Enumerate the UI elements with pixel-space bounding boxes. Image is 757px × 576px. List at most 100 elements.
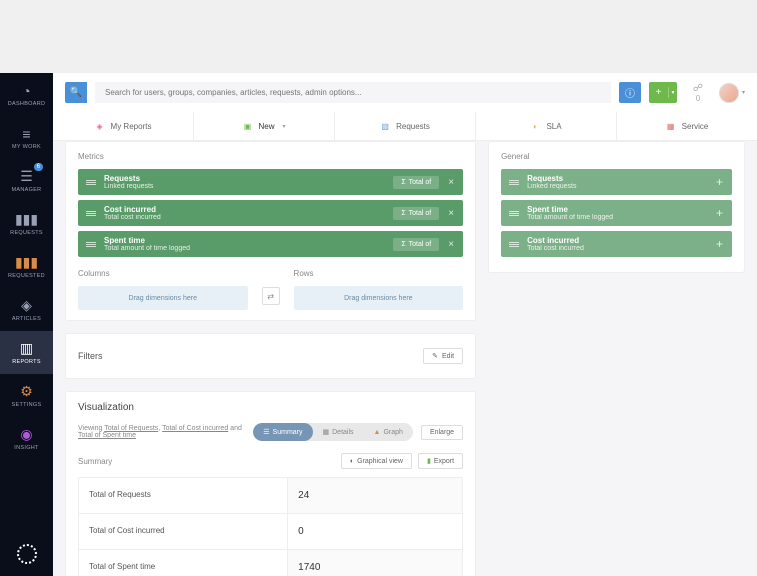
sidebar-item-dashboard[interactable]: ◔ DASHBOARD [0, 73, 53, 116]
view-graph[interactable]: ▲Graph [364, 423, 413, 441]
metric-title: Requests [104, 174, 393, 183]
view-label: Summary [273, 429, 303, 436]
sidebar-label: DASHBOARD [8, 101, 46, 107]
sidebar-item-requested[interactable]: ▮▮▮ REQUESTED [0, 245, 53, 288]
notifications[interactable]: ☍ 0 [685, 82, 711, 103]
chevron-down-icon: ▾ [669, 89, 677, 96]
add-button[interactable]: + ▾ [649, 82, 677, 103]
metric-cost[interactable]: Cost incurred Total cost incurred ΣTotal… [78, 200, 463, 226]
tab-requests[interactable]: ▧ Requests [334, 112, 475, 140]
total-label: Total of [409, 241, 432, 248]
summary-label: Summary [78, 457, 112, 466]
sigma-icon: Σ [401, 179, 405, 186]
row-value: 1740 [287, 550, 462, 576]
metric-sub: Linked requests [527, 183, 713, 190]
sidebar-item-reports[interactable]: ▥ REPORTS [0, 331, 53, 374]
viewing-link[interactable]: Total of Cost incurred [162, 425, 228, 432]
close-icon[interactable]: × [445, 208, 457, 219]
rows-dropzone[interactable]: Drag dimensions here [294, 286, 464, 310]
help-button[interactable]: ⓘ [619, 82, 641, 103]
sidebar-item-mywork[interactable]: ≡ MY WORK [0, 116, 53, 159]
metrics-title: Metrics [78, 152, 463, 161]
general-requests[interactable]: Requests Linked requests + [501, 169, 732, 195]
pencil-icon: ✎ [432, 352, 438, 360]
table-row: Total of Requests 24 [79, 478, 462, 514]
columns-dropzone[interactable]: Drag dimensions here [78, 286, 248, 310]
sla-icon: ◐ [530, 121, 540, 131]
summary-table: Total of Requests 24 Total of Cost incur… [78, 477, 463, 576]
sidebar-item-requests[interactable]: ▮▮▮ REQUESTS [0, 202, 53, 245]
row-value: 24 [287, 478, 462, 513]
close-icon[interactable]: × [445, 177, 457, 188]
sidebar-item-settings[interactable]: ⚙ SETTINGS [0, 374, 53, 417]
view-details[interactable]: ▦Details [313, 423, 364, 441]
tab-new[interactable]: ▣ New ▾ [193, 112, 334, 140]
graphical-view-button[interactable]: ◐Graphical view [341, 453, 412, 469]
general-cost[interactable]: Cost incurred Total cost incurred + [501, 231, 732, 257]
details-icon: ▦ [323, 428, 330, 436]
filters-panel: Filters ✎Edit [65, 333, 476, 379]
drag-handle-icon[interactable] [507, 180, 521, 185]
viewing-link[interactable]: Total of Requests [104, 425, 158, 432]
manager-icon: ☰ [20, 168, 33, 185]
general-spent[interactable]: Spent time Total amount of time logged + [501, 200, 732, 226]
user-menu[interactable]: ▾ [719, 82, 745, 103]
drag-handle-icon[interactable] [507, 211, 521, 216]
requested-icon: ▮▮▮ [15, 254, 38, 271]
close-icon[interactable]: × [445, 239, 457, 250]
plus-icon[interactable]: + [713, 206, 726, 220]
total-label: Total of [409, 210, 432, 217]
drag-handle-icon[interactable] [84, 242, 98, 247]
service-icon: ▦ [666, 121, 676, 131]
metric-total-button[interactable]: ΣTotal of [393, 207, 439, 220]
right-column: General Requests Linked requests + Spent… [488, 141, 745, 564]
tabs-row: ◈ My Reports ▣ New ▾ ▧ Requests ◐ SLA ▦ … [53, 112, 757, 141]
metric-requests[interactable]: Requests Linked requests ΣTotal of × [78, 169, 463, 195]
requests-icon: ▧ [380, 121, 390, 131]
edit-filters-button[interactable]: ✎Edit [423, 348, 463, 364]
sidebar-item-insight[interactable]: ◉ INSIGHT [0, 417, 53, 460]
btn-label: Graphical view [357, 458, 403, 465]
drag-handle-icon[interactable] [84, 180, 98, 185]
metric-title: Requests [527, 174, 713, 183]
swap-button[interactable]: ⇄ [262, 287, 280, 305]
view-summary[interactable]: ☰ Summary [253, 423, 312, 441]
tab-my-reports[interactable]: ◈ My Reports [53, 112, 193, 140]
tab-sla[interactable]: ◐ SLA [475, 112, 616, 140]
enlarge-button[interactable]: Enlarge [421, 425, 463, 440]
visualization-panel: Visualization Viewing Total of Requests,… [65, 391, 476, 576]
viewing-link[interactable]: Total of Spent time [78, 432, 136, 439]
search-input[interactable] [95, 82, 611, 103]
row-label: Total of Spent time [79, 550, 287, 576]
metric-title: Cost incurred [527, 236, 713, 245]
view-label: Graph [383, 429, 402, 436]
sidebar-label: MY WORK [12, 144, 41, 150]
metric-total-button[interactable]: ΣTotal of [393, 238, 439, 251]
row-label: Total of Cost incurred [79, 514, 287, 549]
general-title: General [501, 152, 732, 161]
reports-icon: ◈ [95, 121, 105, 131]
content: Metrics Requests Linked requests Σ Total … [53, 141, 757, 576]
search-button[interactable]: 🔍 [65, 82, 87, 103]
metric-spent[interactable]: Spent time Total amount of time logged Σ… [78, 231, 463, 257]
summary-icon: ☰ [263, 428, 269, 436]
plus-icon[interactable]: + [713, 237, 726, 251]
metric-total-button[interactable]: Σ Total of [393, 176, 439, 189]
tab-service[interactable]: ▦ Service [616, 112, 757, 140]
insight-icon: ◉ [20, 426, 32, 443]
search-icon: 🔍 [70, 87, 82, 98]
total-label: Total of [409, 179, 432, 186]
plus-icon[interactable]: + [713, 175, 726, 189]
drag-handle-icon[interactable] [507, 242, 521, 247]
tab-label: My Reports [111, 122, 152, 131]
metrics-panel: Metrics Requests Linked requests ΣTotal … [65, 141, 476, 321]
sidebar-label: MANAGER [12, 187, 42, 193]
drag-handle-icon[interactable] [84, 211, 98, 216]
metric-title: Spent time [104, 236, 393, 245]
tab-label: Requests [396, 122, 430, 131]
sidebar-item-articles[interactable]: ◈ ARTICLES [0, 288, 53, 331]
export-button[interactable]: ▮Export [418, 453, 463, 469]
sidebar-item-manager[interactable]: 6 ☰ MANAGER [0, 159, 53, 202]
gauge-icon: ◔ [22, 83, 30, 99]
info-icon: ⓘ [625, 85, 635, 100]
